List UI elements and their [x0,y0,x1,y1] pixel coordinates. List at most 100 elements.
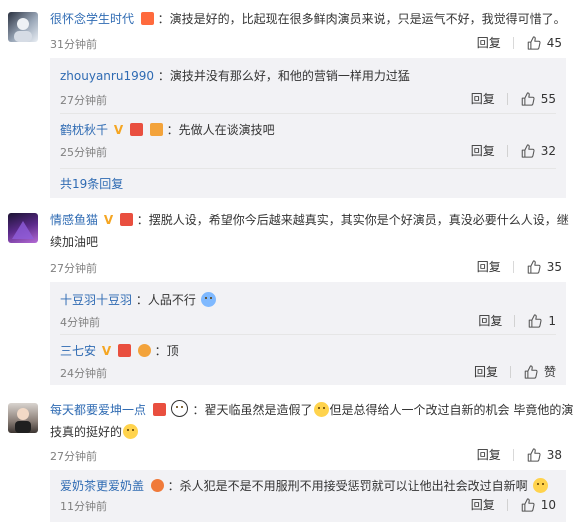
level-badge-icon [150,479,164,492]
comment-text-continued: 技真的挺好的 [50,421,566,443]
divider [506,92,508,105]
reply-box: 十豆羽十豆羽 ：人品不行 4分钟前 回复 1 三七安 V ：顶 24分钟前 回复… [50,282,566,385]
divider [60,113,556,114]
divider [506,498,508,511]
reply-button[interactable]: 回复 [474,363,498,380]
reply-button[interactable]: 回复 [477,258,501,275]
comment-text: 技真的挺好的 [50,425,123,439]
reply-item: 三七安 V ：顶 24分钟前 回复 赞 [50,337,566,385]
member-badge-icon [152,403,166,416]
avatar-image-icon [15,408,31,433]
reply-button[interactable]: 回复 [471,90,495,107]
like-count[interactable]: 32 [541,144,556,158]
like-count[interactable]: 1 [548,314,556,328]
username-link[interactable]: 爱奶茶更爱奶盖 [60,479,144,493]
comment-actions: 回复 45 [477,34,562,51]
v-badge-icon: V [113,123,124,137]
reply-item: zhouyanru1990 ：演技并没有那么好，和他的营销一样用力过猛 27分钟… [50,62,566,112]
more-replies-link[interactable]: 共19条回复 [60,175,123,192]
thumb-up-icon[interactable] [520,144,535,158]
divider [509,365,511,378]
like-count[interactable]: 38 [547,448,562,462]
reply-text: ：先做人在谈演技吧 [166,123,275,137]
avatar[interactable] [8,403,38,433]
comment-text: 但是总得给人一个改过自新的机会 毕竟他的演 [329,403,574,417]
username-link[interactable]: 三七安 [60,344,96,358]
reply-button[interactable]: 回复 [477,34,501,51]
thumb-up-icon[interactable] [523,365,538,379]
like-count[interactable]: 55 [541,92,556,106]
smiley-emoji-icon [200,292,216,307]
level-badge-icon [149,123,163,136]
thumb-up-icon[interactable] [526,260,541,274]
v-badge-icon: V [101,344,112,358]
reply-text: ：演技并没有那么好，和他的营销一样用力过猛 [157,69,410,83]
member-badge-icon [117,344,131,357]
reply-button[interactable]: 回复 [477,446,501,463]
reply-text: ：人品不行 [135,293,196,307]
avatar-image-icon [14,18,32,42]
divider [60,334,556,335]
thumb-up-icon[interactable] [520,92,535,106]
avatar[interactable] [8,213,38,243]
timestamp: 4分钟前 [60,316,100,329]
divider [512,260,514,273]
comment-line: 情感鱼猫 V ：摆脱人设，希望你今后越来越真实，其实你是个好演员，真没必要什么人… [50,209,569,231]
comment-item: 每天都要爱坤一点 ：翟天临虽然是造假了 但是总得给人一个改过自新的机会 毕竟他的演… [0,393,578,522]
smiley-emoji-icon [313,402,329,417]
comment-line: 每天都要爱坤一点 ：翟天临虽然是造假了 但是总得给人一个改过自新的机会 毕竟他的演 [50,399,573,421]
reply-button[interactable]: 回复 [478,312,502,329]
comment-actions: 回复 38 [477,446,562,463]
timestamp: 27分钟前 [50,450,97,463]
comment-text: ：演技是好的，比起现在很多鲜肉演员来说，只是运气不好，我觉得可惜了。 [157,12,566,26]
like-count[interactable]: 10 [541,498,556,512]
member-badge-icon [129,123,143,136]
comment-text: ：翟天临虽然是造假了 [192,403,313,417]
panda-emoji-icon [170,400,188,417]
comment-text-continued: 续加油吧 [50,235,99,249]
reply-item: 十豆羽十豆羽 ：人品不行 4分钟前 回复 1 [50,286,566,334]
comment-actions: 回复 35 [477,258,562,275]
divider [60,168,556,169]
member-badge-icon [119,213,133,226]
avatar[interactable] [8,12,38,42]
member-badge-icon [140,12,154,25]
thumb-up-icon[interactable] [526,36,541,50]
username-link[interactable]: 很怀念学生时代 [50,12,134,26]
reply-box: 爱奶茶更爱奶盖 ：杀人犯是不是不用服刑不用接受惩罚就可以让他出社会改过自新啊 1… [50,470,566,522]
comment-item: 很怀念学生时代 ：演技是好的，比起现在很多鲜肉演员来说，只是运气不好，我觉得可惜… [0,0,578,205]
timestamp: 24分钟前 [60,367,107,380]
username-link[interactable]: 鹤枕秋千 [60,123,108,137]
like-count[interactable]: 赞 [544,363,556,380]
reply-button[interactable]: 回复 [471,496,495,513]
thumb-up-icon[interactable] [526,448,541,462]
divider [514,314,516,327]
timestamp: 11分钟前 [60,500,107,513]
level-badge-icon [137,344,151,357]
username-link[interactable]: zhouyanru1990 [60,69,154,83]
username-link[interactable]: 每天都要爱坤一点 [50,403,146,417]
username-link[interactable]: 情感鱼猫 [50,213,98,227]
timestamp: 27分钟前 [60,94,107,107]
thumb-up-icon[interactable] [527,314,542,328]
like-count[interactable]: 45 [547,36,562,50]
v-badge-icon: V [103,213,114,227]
smiley-emoji-icon [123,424,139,439]
reply-item: 鹤枕秋千 V ：先做人在谈演技吧 25分钟前 回复 32 [50,116,566,166]
comment-line: 很怀念学生时代 ：演技是好的，比起现在很多鲜肉演员来说，只是运气不好，我觉得可惜… [50,8,566,30]
reply-item: 爱奶茶更爱奶盖 ：杀人犯是不是不用服刑不用接受惩罚就可以让他出社会改过自新啊 1… [50,474,566,522]
timestamp: 31分钟前 [50,38,97,51]
divider [512,36,514,49]
like-count[interactable]: 35 [547,260,562,274]
reply-text: ：顶 [154,344,179,358]
timestamp: 25分钟前 [60,146,107,159]
reply-button[interactable]: 回复 [471,142,495,159]
thumb-up-icon[interactable] [520,498,535,512]
avatar-image-icon [12,221,34,239]
divider [512,448,514,461]
reply-text: ：杀人犯是不是不用服刑不用接受惩罚就可以让他出社会改过自新啊 [167,479,528,493]
comment-item: 情感鱼猫 V ：摆脱人设，希望你今后越来越真实，其实你是个好演员，真没必要什么人… [0,205,578,393]
smiley-emoji-icon [532,478,548,493]
username-link[interactable]: 十豆羽十豆羽 [60,293,132,307]
divider [506,144,508,157]
